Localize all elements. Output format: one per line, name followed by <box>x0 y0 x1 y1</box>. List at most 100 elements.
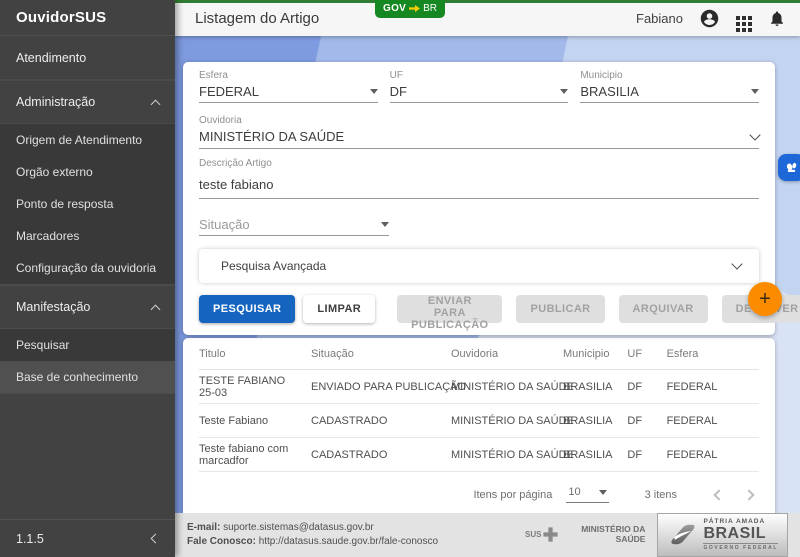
descricao-artigo-input[interactable]: Descrição Artigo teste fabiano <box>199 154 759 199</box>
ouvidoria-value: MINISTÉRIO DA SAÚDE <box>199 129 344 144</box>
sidebar-item-label: Base de conhecimento <box>16 370 138 384</box>
govbr-br-text: BR <box>423 3 437 14</box>
sidebar-item-label: Manifestação <box>16 300 90 314</box>
sidebar-item-base-de-conhecimento[interactable]: Base de conhecimento <box>0 361 175 393</box>
items-per-page-select[interactable]: 10 <box>566 486 608 503</box>
add-artigo-fab[interactable]: + <box>748 282 782 316</box>
sidebar-item-label: Pesquisar <box>16 338 69 352</box>
actions-row: PESQUISAR LIMPAR ENVIAR PARA PUBLICAÇÃO … <box>199 295 759 333</box>
next-page-icon[interactable] <box>743 489 754 500</box>
cell-situacao: CADASTRADO <box>311 415 451 427</box>
filter-card: Esfera FEDERAL UF DF M <box>183 62 775 335</box>
cell-uf: DF <box>627 381 666 393</box>
items-per-page-value: 10 <box>568 486 580 498</box>
govbr-gov-text: GOV <box>383 3 406 14</box>
uf-label: UF <box>390 66 569 81</box>
topbar-right: Fabiano <box>636 8 800 29</box>
sus-text: SUS <box>525 529 541 540</box>
cell-uf: DF <box>627 449 666 461</box>
cell-esfera: FEDERAL <box>667 415 759 427</box>
sidebar-item-administracao[interactable]: Administração <box>0 80 175 124</box>
ministerio-da-saude-logo: MINISTÉRIO DA SAÚDE <box>571 525 645 545</box>
descricao-label: Descrição Artigo <box>199 154 759 169</box>
previous-page-icon[interactable] <box>713 489 724 500</box>
sidebar: OuvidorSUS Atendimento Administração Ori… <box>0 0 175 557</box>
chevron-down-icon <box>731 258 742 269</box>
page-title: Listagem do Artigo <box>195 10 319 27</box>
table-row[interactable]: Teste Fabiano CADASTRADO MINISTÉRIO DA S… <box>199 404 759 438</box>
content-area: Esfera FEDERAL UF DF M <box>175 36 800 513</box>
govbr-arrow-icon <box>409 4 420 13</box>
cell-ouvidoria: MINISTÉRIO DA SAÚDE <box>451 449 563 461</box>
sidebar-item-label: Orgão externo <box>16 165 93 179</box>
chevron-up-icon <box>151 99 161 109</box>
sidebar-item-label: Marcadores <box>16 229 79 243</box>
sus-cross-icon <box>542 526 559 543</box>
governo-federal-text: GOVERNO FEDERAL <box>703 543 778 552</box>
sidebar-item-origem-de-atendimento[interactable]: Origem de Atendimento <box>0 124 175 156</box>
sidebar-item-label: Configuração da ouvidoria <box>16 261 156 275</box>
accessibility-hands-icon <box>784 160 799 175</box>
descricao-value: teste fabiano <box>199 177 759 192</box>
footer-contact-label: Fale Conosco: <box>187 536 256 547</box>
account-circle-icon[interactable] <box>699 8 720 29</box>
apps-grid-icon[interactable] <box>736 16 740 20</box>
pesquisa-avancada-expander[interactable]: Pesquisa Avançada <box>199 249 759 283</box>
pesquisar-button[interactable]: PESQUISAR <box>199 295 295 323</box>
dropdown-caret-icon <box>370 89 378 94</box>
app-window: OuvidorSUS Atendimento Administração Ori… <box>0 0 800 557</box>
dropdown-caret-icon <box>751 89 759 94</box>
esfera-select[interactable]: Esfera FEDERAL <box>199 66 378 103</box>
footer-email-value: suporte.sistemas@datasus.gov.br <box>223 522 374 533</box>
sidebar-item-configuracao-da-ouvidoria[interactable]: Configuração da ouvidoria <box>0 252 175 284</box>
enviar-para-publicacao-button[interactable]: ENVIAR PARA PUBLICAÇÃO <box>397 295 502 323</box>
ouvidoria-label: Ouvidoria <box>199 111 759 126</box>
sidebar-item-orgao-externo[interactable]: Orgão externo <box>0 156 175 188</box>
sidebar-item-ponto-de-resposta[interactable]: Ponto de resposta <box>0 188 175 220</box>
dropdown-caret-icon <box>599 490 607 495</box>
footer-contact-value: http://datasus.saude.gov.br/fale-conosco <box>259 536 438 547</box>
collapse-sidebar-icon[interactable] <box>151 534 161 544</box>
sidebar-item-marcadores[interactable]: Marcadores <box>0 220 175 252</box>
table-row[interactable]: TESTE FABIANO 25-03 ENVIADO PARA PUBLICA… <box>199 370 759 404</box>
govbr-badge[interactable]: GOV BR <box>375 0 445 18</box>
esfera-label: Esfera <box>199 66 378 81</box>
sidebar-footer: 1.1.5 <box>0 519 175 557</box>
vlibras-accessibility-button[interactable] <box>778 154 800 181</box>
footer-logos: SUS MINISTÉRIO DA SAÚDE PÁTRIA AMADA BRA… <box>525 513 788 557</box>
cell-ouvidoria: MINISTÉRIO DA SAÚDE <box>451 415 563 427</box>
col-header-situacao: Situação <box>311 348 451 360</box>
table-row[interactable]: Teste fabiano com marcadfor CADASTRADO M… <box>199 438 759 472</box>
footer: E-mail: suporte.sistemas@datasus.gov.br … <box>175 513 800 557</box>
arquivar-button[interactable]: ARQUIVAR <box>619 295 708 323</box>
cell-situacao: ENVIADO PARA PUBLICAÇÃO <box>311 381 451 393</box>
sidebar-item-pesquisar[interactable]: Pesquisar <box>0 329 175 361</box>
sidebar-item-manifestacao[interactable]: Manifestação <box>0 285 175 329</box>
municipio-select[interactable]: Municipio BRASILIA <box>580 66 759 103</box>
municipio-label: Municipio <box>580 66 759 81</box>
brasil-text: BRASIL <box>703 526 778 541</box>
situacao-placeholder: Situação <box>199 217 250 232</box>
uf-value: DF <box>390 84 407 99</box>
filter-row-1: Esfera FEDERAL UF DF M <box>199 66 759 103</box>
sidebar-item-atendimento[interactable]: Atendimento <box>0 36 175 80</box>
cell-esfera: FEDERAL <box>667 449 759 461</box>
publicar-button[interactable]: PUBLICAR <box>516 295 604 323</box>
dropdown-caret-icon <box>560 89 568 94</box>
app-version: 1.1.5 <box>16 532 44 546</box>
col-header-esfera: Esfera <box>667 348 759 360</box>
cell-municipio: BRASILIA <box>563 449 627 461</box>
bell-icon[interactable] <box>768 9 786 28</box>
ouvidoria-select[interactable]: Ouvidoria MINISTÉRIO DA SAÚDE <box>199 111 759 149</box>
pagination-bar: Itens por página 10 3 itens <box>199 472 759 513</box>
municipio-value: BRASILIA <box>580 84 639 99</box>
topbar: Listagem do Artigo GOV BR Fabiano <box>175 0 800 36</box>
pagination-range: 3 itens <box>645 489 677 501</box>
esfera-value: FEDERAL <box>199 84 259 99</box>
col-header-ouvidoria: Ouvidoria <box>451 348 563 360</box>
cell-titulo: Teste fabiano com marcadfor <box>199 443 311 467</box>
situacao-select[interactable]: Situação <box>199 217 389 236</box>
limpar-button[interactable]: LIMPAR <box>303 295 375 323</box>
uf-select[interactable]: UF DF <box>390 66 569 103</box>
footer-contact: E-mail: suporte.sistemas@datasus.gov.br … <box>187 521 438 549</box>
